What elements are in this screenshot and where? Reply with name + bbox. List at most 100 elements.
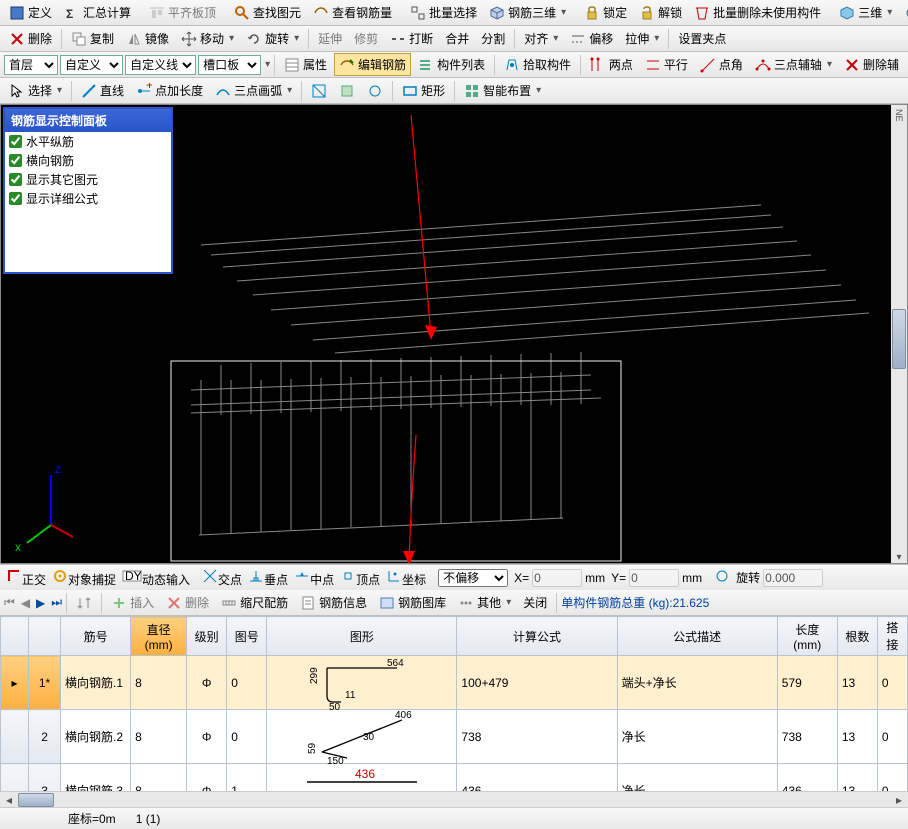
copy-btn[interactable]: 复制 xyxy=(66,27,119,50)
extend-btn[interactable]: 延伸 xyxy=(313,27,347,50)
mid-btn[interactable]: 中点 xyxy=(294,568,334,588)
align-btn[interactable]: 对齐▾ xyxy=(519,27,563,50)
table-toolbar: ⏮ ◀ ▶ ⏭ 插入 删除 缩尺配筋 钢筋信息 钢筋图库 其他▾ 关闭 单构件钢… xyxy=(0,590,908,616)
view-rebar-btn[interactable]: 查看钢筋量 xyxy=(308,1,397,24)
top-toolbar-4: 选择▾ 直线 +点加长度 三点画弧▾ 矩形 智能布置▾ xyxy=(0,78,908,104)
trim-btn[interactable]: 修剪 xyxy=(349,27,383,50)
bottom-statusbar: 座标=0m 1 (1) xyxy=(0,807,908,829)
stretch-btn[interactable]: 拉伸▾ xyxy=(620,27,664,50)
view3d-btn[interactable]: 三维▾ xyxy=(834,1,897,24)
three-pt-btn[interactable]: 三点辅轴▾ xyxy=(750,53,837,76)
rot-ico[interactable] xyxy=(714,568,730,587)
batch-sel-btn[interactable]: 批量选择 xyxy=(405,1,482,24)
rebar-table[interactable]: 筋号 直径(mm) 级别 图号 图形 计算公式 公式描述 长度(mm) 根数 搭… xyxy=(0,616,908,791)
nav-last[interactable]: ⏭ xyxy=(51,595,62,610)
weight-label: 单构件钢筋总重 (kg):21.625 xyxy=(561,594,709,611)
insert-btn[interactable]: 插入 xyxy=(106,591,159,614)
table-header-row: 筋号 直径(mm) 级别 图号 图形 计算公式 公式描述 长度(mm) 根数 搭… xyxy=(1,617,908,656)
find-elem-btn[interactable]: 查找图元 xyxy=(229,1,306,24)
vert-btn[interactable]: 顶点 xyxy=(340,568,380,588)
svg-text:564: 564 xyxy=(387,658,404,669)
chk-horiz[interactable]: 水平纵筋 xyxy=(5,132,171,151)
break-btn[interactable]: 打断 xyxy=(385,27,438,50)
lib-btn[interactable]: 钢筋图库 xyxy=(374,591,451,614)
rebar-display-panel: 钢筋显示控制面板 水平纵筋 横向钢筋 显示其它图元 显示详细公式 xyxy=(3,107,173,274)
snap-statusbar: 正交 对象捕捉 DY动态输入 交点 垂点 中点 顶点 坐标 不偏移 X=mm Y… xyxy=(0,564,908,590)
define-btn[interactable]: 定义 xyxy=(4,1,57,24)
table-row[interactable]: 2横向钢筋.28Φ04063059150738净长738130 xyxy=(1,710,908,764)
rect-btn[interactable]: 矩形 xyxy=(397,79,450,102)
perp-btn[interactable]: 垂点 xyxy=(248,568,288,588)
del-aux-btn[interactable]: 删除辅 xyxy=(839,53,904,76)
svg-text:406: 406 xyxy=(395,710,412,721)
ico-sort[interactable] xyxy=(71,592,97,614)
smart-btn[interactable]: 智能布置▾ xyxy=(459,79,546,102)
sum-btn[interactable]: Σ汇总计算 xyxy=(59,1,136,24)
snap-btn[interactable]: 对象捕捉 xyxy=(52,568,116,588)
3d-viewport[interactable]: NE ▾ 钢筋显示控制面板 水平纵筋 横向钢筋 显示其它图元 显示详细公式 xyxy=(0,104,908,564)
custom-select[interactable]: 自定义 xyxy=(60,55,123,75)
offset-select[interactable]: 不偏移 xyxy=(438,569,508,587)
scale-btn[interactable]: 缩尺配筋 xyxy=(216,591,293,614)
chk-formula[interactable]: 显示详细公式 xyxy=(5,189,171,208)
horizontal-scrollbar[interactable]: ◂ ▸ xyxy=(0,791,908,807)
coord-readout: 座标=0m xyxy=(68,810,116,827)
rotate-btn[interactable]: 旋转▾ xyxy=(241,27,304,50)
arc3-btn[interactable]: 三点画弧▾ xyxy=(210,79,297,102)
other-btn[interactable]: 其他▾ xyxy=(453,591,516,614)
line-select[interactable]: 自定义线 xyxy=(125,55,196,75)
ver-readout: 1 (1) xyxy=(136,812,161,826)
ico-b[interactable] xyxy=(334,80,360,102)
rebar-3d-btn[interactable]: 钢筋三维▾ xyxy=(484,1,571,24)
two-pt-btn[interactable]: 两点 xyxy=(585,53,638,76)
pt-add-btn[interactable]: +点加长度 xyxy=(131,79,208,102)
chk-other[interactable]: 显示其它图元 xyxy=(5,170,171,189)
delete-row-btn[interactable]: 删除 xyxy=(161,591,214,614)
ico-c[interactable] xyxy=(362,80,388,102)
delete-btn[interactable]: 删除 xyxy=(4,27,57,50)
select-btn[interactable]: 选择▾ xyxy=(4,79,67,102)
coord-btn[interactable]: 坐标 xyxy=(386,568,426,588)
set-grip-btn[interactable]: 设置夹点 xyxy=(673,27,731,50)
close-btn[interactable]: 关闭 xyxy=(518,591,552,614)
svg-text:+: + xyxy=(146,83,152,92)
vertical-scrollbar[interactable]: NE ▾ xyxy=(891,105,907,563)
persp-btn[interactable]: 俯视▾ xyxy=(899,1,908,24)
unlock-btn[interactable]: 解锁 xyxy=(634,1,687,24)
mirror-btn[interactable]: 镜像 xyxy=(121,27,174,50)
svg-text:z: z xyxy=(55,462,61,476)
split-btn[interactable]: 分割 xyxy=(476,27,510,50)
table-row[interactable]: 3横向钢筋.38Φ1436436净长436130 xyxy=(1,764,908,792)
line-btn[interactable]: 直线 xyxy=(76,79,129,102)
nav-next[interactable]: ▶ xyxy=(36,596,45,610)
slot-select[interactable]: 槽口板 xyxy=(198,55,261,75)
svg-text:30: 30 xyxy=(363,732,375,743)
pick-btn[interactable]: 拾取构件 xyxy=(499,53,576,76)
floor-select[interactable]: 首层 xyxy=(4,55,58,75)
props-btn[interactable]: 属性 xyxy=(279,53,332,76)
parallel-btn[interactable]: 平行 xyxy=(640,53,693,76)
svg-text:x: x xyxy=(15,540,21,554)
batch-del-btn[interactable]: 批量删除未使用构件 xyxy=(689,1,826,24)
info-btn[interactable]: 钢筋信息 xyxy=(295,591,372,614)
merge-btn[interactable]: 合并 xyxy=(440,27,474,50)
x-field: X=mm xyxy=(514,569,605,587)
svg-text:59: 59 xyxy=(307,742,318,754)
ortho-btn[interactable]: 正交 xyxy=(6,568,46,588)
dyn-btn[interactable]: DY动态输入 xyxy=(122,568,190,588)
align-top-btn[interactable]: 平齐板顶 xyxy=(144,1,221,24)
offset-btn[interactable]: 偏移 xyxy=(565,27,618,50)
edit-rebar-btn[interactable]: 编辑钢筋 xyxy=(334,53,411,76)
chk-transverse[interactable]: 横向钢筋 xyxy=(5,151,171,170)
cross-btn[interactable]: 交点 xyxy=(202,568,242,588)
nav-prev[interactable]: ◀ xyxy=(21,596,30,610)
top-toolbar-2: 删除 复制 镜像 移动▾ 旋转▾ 延伸 修剪 打断 合并 分割 对齐▾ 偏移 拉… xyxy=(0,26,908,52)
pt-angle-btn[interactable]: 点角 xyxy=(695,53,748,76)
table-row[interactable]: ▸1*横向钢筋.18Φ05642991150100+479端头+净长579130 xyxy=(1,656,908,710)
ico-a[interactable] xyxy=(306,80,332,102)
top-toolbar-1: 定义 Σ汇总计算 平齐板顶 查找图元 查看钢筋量 批量选择 钢筋三维▾ 锁定 解… xyxy=(0,0,908,26)
comp-list-btn[interactable]: 构件列表 xyxy=(413,53,490,76)
nav-first[interactable]: ⏮ xyxy=(4,595,15,610)
lock-btn[interactable]: 锁定 xyxy=(579,1,632,24)
move-btn[interactable]: 移动▾ xyxy=(176,27,239,50)
